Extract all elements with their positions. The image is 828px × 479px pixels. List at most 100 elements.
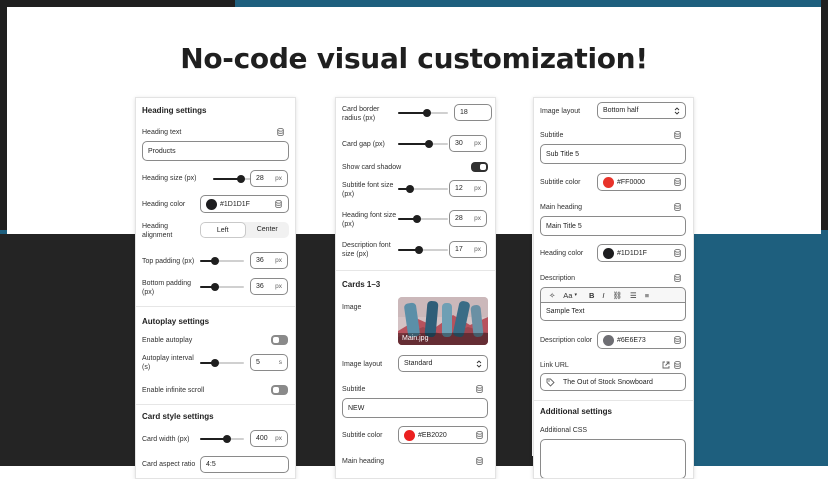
heading-size-value: 28 [256,175,264,182]
description-font-size-slider[interactable] [398,244,448,256]
heading-color-value: #1D1D1F [220,200,250,208]
color-swatch [603,247,614,259]
subtitle-font-size-field[interactable]: 12 px [449,180,487,197]
heading-font-size-slider[interactable] [398,213,448,225]
database-icon[interactable] [476,431,483,439]
frame-top-right [235,0,828,7]
enable-autoplay-label: Enable autoplay [142,337,193,344]
unit-label: s [278,359,282,366]
card-border-radius-label: Card border radius (px) [342,106,380,122]
database-icon[interactable] [476,385,483,393]
link-url-picker[interactable]: The Out of Stock Snowboard [540,373,686,391]
subtitle-color-picker[interactable]: #FF0000 [597,173,686,191]
unit-label: px [275,257,282,264]
additional-css-textarea[interactable] [540,439,686,478]
bottom-padding-field[interactable]: 36 px [250,278,288,295]
divider [136,306,295,307]
section-title-additional-settings: Additional settings [540,407,612,416]
section-title-autoplay-settings: Autoplay settings [142,317,210,326]
card-width-slider[interactable] [200,433,244,445]
card-aspect-select[interactable]: 4:5 [200,456,289,473]
card-border-radius-slider[interactable] [398,107,448,119]
enable-autoplay-toggle[interactable] [271,335,288,345]
database-icon[interactable] [674,274,681,282]
bold-icon[interactable]: B [589,291,594,300]
description-font-size-field[interactable]: 17 px [449,241,487,258]
card-width-label: Card width (px) [142,436,190,443]
chevron-updown-icon [674,106,680,115]
section-title-cards: Cards 1–3 [342,280,381,289]
database-icon[interactable] [674,249,681,257]
align-left-option[interactable]: Left [200,222,246,238]
image-layout-select[interactable]: Standard [398,355,488,372]
subtitle-font-size-slider[interactable] [398,183,448,195]
color-swatch [404,429,415,441]
image-caption: Main.jpg [402,335,429,342]
top-padding-label: Top padding (px) [142,258,195,265]
page-headline: No-code visual customization! [180,42,648,75]
card-gap-slider[interactable] [398,138,448,150]
database-icon[interactable] [674,178,681,186]
heading-alignment-segmented[interactable]: Left Center [200,222,289,238]
card-width-field[interactable]: 400 px [250,430,288,447]
subtitle-color-picker[interactable]: #EB2020 [398,426,488,444]
external-link-icon[interactable] [662,361,670,369]
database-icon[interactable] [674,203,681,211]
show-card-shadow-toggle[interactable] [471,162,488,172]
autoplay-interval-field[interactable]: 5s [250,354,288,371]
autoplay-interval-value: 5 [256,359,260,366]
bullet-list-icon[interactable]: ☰ [630,291,637,300]
section-title-heading-settings: Heading settings [142,106,207,115]
settings-panel-cards: Card border radius (px) 18 Card gap (px)… [335,97,496,479]
heading-text-label: Heading text [142,129,182,136]
italic-icon[interactable]: I [602,291,604,300]
database-icon[interactable] [674,361,681,369]
top-padding-slider[interactable] [200,255,244,267]
numbered-list-icon[interactable]: ≡ [645,291,649,300]
image-layout-value: Bottom half [603,107,639,114]
image-layout-label: Image layout [540,108,581,115]
align-center-option[interactable]: Center [246,222,290,238]
frame-top-left [0,0,235,7]
subtitle-input[interactable]: NEW [342,398,488,418]
description-editor[interactable]: Sample Text [540,303,686,321]
description-font-size-value: 17 [455,246,463,253]
heading-color-label: Heading color [540,250,584,257]
settings-panel-heading: Heading settings Heading text Products H… [135,97,296,479]
heading-text-input[interactable]: Products [142,141,289,161]
link-icon[interactable]: ⛓ [613,291,623,300]
main-heading-label: Main heading [540,204,583,211]
image-layout-select[interactable]: Bottom half [597,102,686,119]
magic-icon[interactable]: ✧ [549,291,555,300]
description-color-picker[interactable]: #6E6E73 [597,331,686,349]
database-icon[interactable] [476,457,483,465]
infinite-scroll-toggle[interactable] [271,385,288,395]
divider [136,404,295,405]
subtitle-font-size-label: Subtitle font size (px) [342,182,394,198]
bottom-padding-slider[interactable] [200,281,244,293]
unit-label: px [275,175,282,182]
subtitle-input[interactable]: Sub Title 5 [540,144,686,164]
card-gap-field[interactable]: 30 px [449,135,487,152]
heading-size-field[interactable]: 28 px [250,170,288,187]
database-icon[interactable] [674,336,681,344]
image-layout-value: Standard [404,360,433,367]
heading-color-picker[interactable]: #1D1D1F [597,244,686,262]
infinite-scroll-label: Enable infinite scroll [142,387,205,394]
main-heading-input[interactable]: Main Title 5 [540,216,686,236]
text-style-dropdown[interactable]: Aa [563,291,572,300]
image-thumbnail[interactable]: Main.jpg [398,297,488,345]
card-border-radius-field[interactable]: 18 [454,104,492,121]
description-color-value: #6E6E73 [617,336,646,344]
database-icon[interactable] [674,131,681,139]
autoplay-interval-slider[interactable] [200,357,244,369]
divider [336,270,495,271]
heading-font-size-field[interactable]: 28 px [449,210,487,227]
database-icon[interactable] [275,200,282,208]
top-padding-field[interactable]: 36 px [250,252,288,269]
image-layout-label: Image layout [342,361,383,368]
description-color-label: Description color [540,337,593,344]
database-icon[interactable] [277,128,284,136]
additional-css-label: Additional CSS [540,427,588,434]
color-swatch [603,334,614,346]
